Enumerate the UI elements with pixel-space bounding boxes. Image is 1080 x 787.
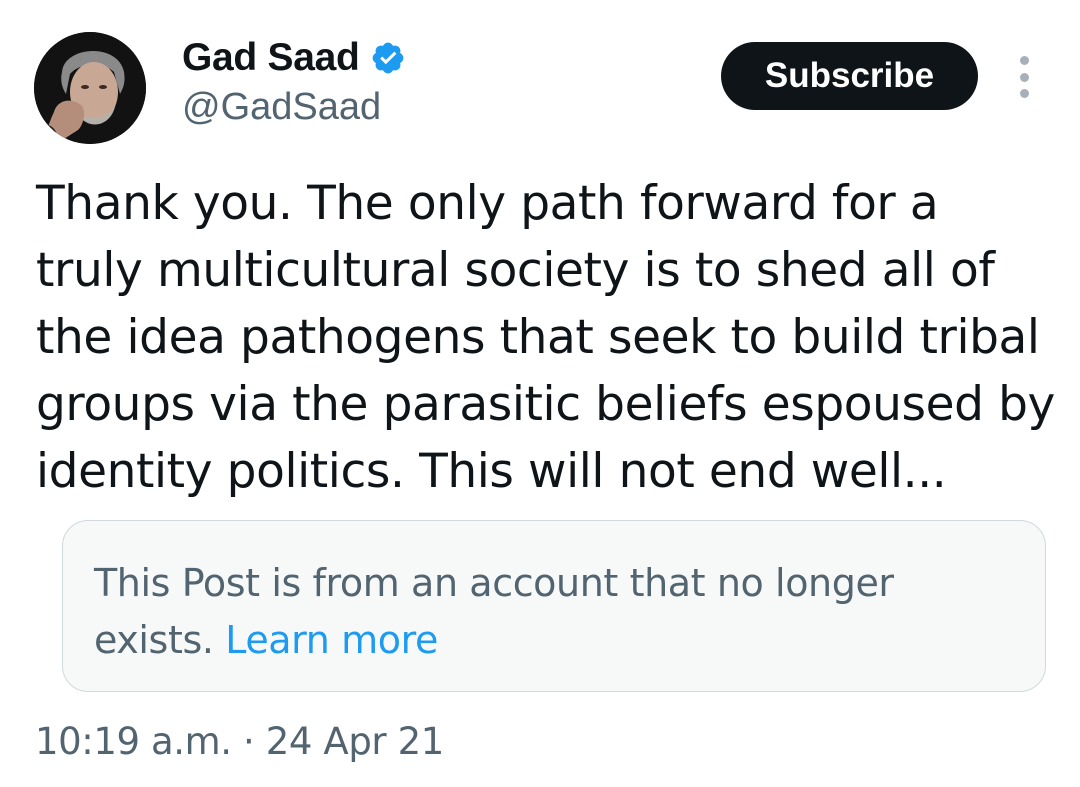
author-name-row: Gad Saad [182, 36, 406, 80]
more-dot [1019, 56, 1029, 65]
more-dot [1019, 72, 1029, 82]
subscribe-button[interactable]: Subscribe [721, 42, 978, 110]
more-dot [1019, 89, 1029, 98]
verified-badge-icon[interactable] [370, 40, 406, 76]
post-timestamp[interactable]: 10:19 a.m. · 24 Apr 21 [35, 720, 444, 763]
notice-text: This Post is from an account that no lon… [94, 561, 894, 662]
author-handle[interactable]: @GadSaad [182, 86, 381, 129]
unavailable-post-notice: This Post is from an account that no lon… [62, 520, 1046, 692]
post-text: Thank you. The only path forward for a t… [36, 176, 1055, 499]
post-date: 24 Apr 21 [265, 720, 445, 763]
post-time: 10:19 a.m. [35, 720, 232, 763]
avatar-photo [34, 32, 146, 144]
notice-message: This Post is from an account that no lon… [94, 555, 994, 669]
avatar[interactable] [34, 32, 146, 144]
tweet: Gad Saad @GadSaad Subscribe Thank you. T… [0, 0, 1080, 787]
author-display-name[interactable]: Gad Saad [182, 36, 360, 80]
more-vertical-icon[interactable] [1011, 56, 1037, 98]
meta-separator: · [243, 720, 255, 763]
learn-more-link[interactable]: Learn more [225, 618, 438, 662]
